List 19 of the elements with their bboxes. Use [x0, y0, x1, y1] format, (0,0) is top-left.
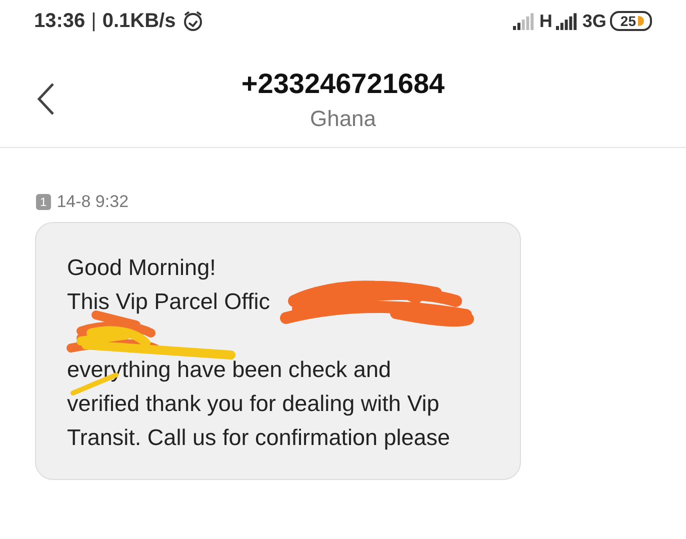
message-line: This Vip Parcel Offic — [67, 288, 271, 316]
network-speed: 0.1KB/s — [102, 10, 176, 32]
contact-country: Ghana — [310, 106, 376, 132]
message-line: verified thank you for dealing with Vip — [67, 390, 440, 418]
signal-icon — [513, 12, 536, 30]
signal-icon — [556, 12, 578, 30]
message-line: Good Morning! — [67, 254, 217, 282]
battery-icon: 25 — [610, 11, 652, 31]
alarm-clock-icon — [182, 10, 204, 32]
contact-number: +233246721684 — [241, 68, 445, 100]
message-timestamp: 14-8 9:32 — [56, 192, 129, 212]
back-icon[interactable] — [36, 82, 56, 116]
separator: | — [91, 10, 96, 32]
message-line: everything have been check and — [67, 356, 392, 384]
message-line: Transit. Call us for confirmation please — [67, 424, 452, 452]
sim-badge: 1 — [36, 194, 51, 210]
network-type: H — [539, 10, 552, 32]
clock-time: 13:36 — [34, 10, 86, 32]
network-type: 3G — [582, 10, 606, 32]
